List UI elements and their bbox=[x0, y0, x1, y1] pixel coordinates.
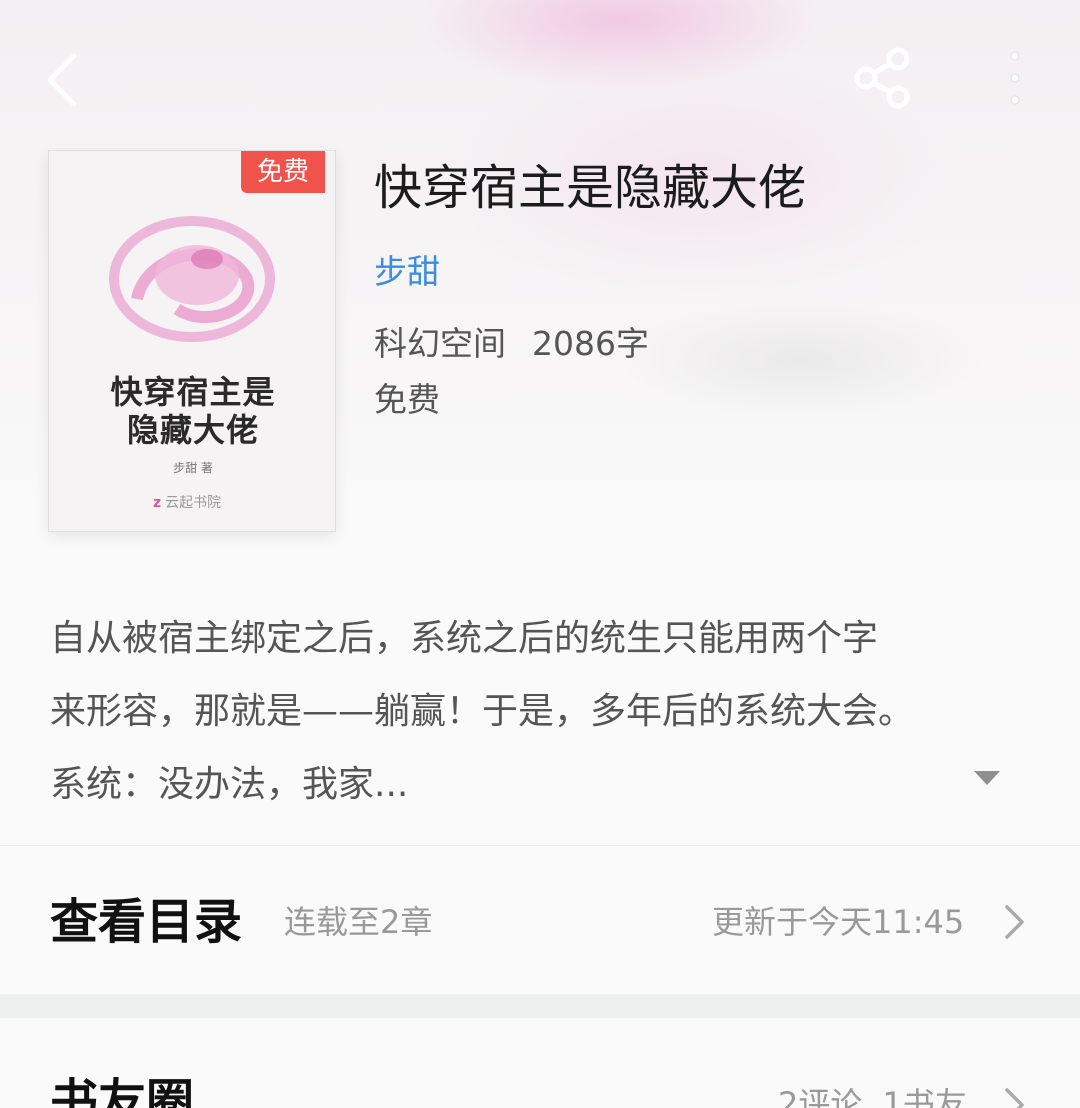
author-link[interactable]: 步甜 bbox=[374, 250, 440, 294]
cover-title: 快穿宿主是 隐藏大佬 bbox=[49, 373, 335, 449]
book-circle-row[interactable]: 书友圈 2评论 1书友 bbox=[0, 1018, 1080, 1108]
catalog-title: 查看目录 bbox=[50, 894, 243, 950]
book-circle-stats: 2评论 1书友 bbox=[778, 1082, 967, 1108]
cover-swirl-illustration bbox=[109, 216, 275, 342]
book-title: 快穿宿主是隐藏大佬 bbox=[374, 160, 807, 216]
book-synopsis[interactable]: 自从被宿主绑定之后，系统之后的统生只能用两个字 来形容，那就是——躺赢！于是，多… bbox=[50, 602, 1040, 821]
book-cover[interactable]: 快穿宿主是 隐藏大佬 步甜 著 z 云起书院 bbox=[48, 150, 336, 532]
more-vertical-icon[interactable] bbox=[1000, 48, 1030, 108]
book-category: 科幻空间 bbox=[374, 324, 506, 363]
top-nav-bar bbox=[0, 0, 1080, 140]
chevron-left-icon[interactable] bbox=[40, 50, 90, 110]
section-gap bbox=[0, 994, 1080, 1018]
publisher-logo-icon: z bbox=[153, 495, 162, 511]
expand-triangle-icon[interactable] bbox=[972, 768, 1002, 788]
friend-count: 1书友 bbox=[882, 1085, 967, 1108]
chevron-right-icon bbox=[1005, 1088, 1024, 1108]
comment-count: 2评论 bbox=[778, 1085, 863, 1108]
free-badge: 免费 bbox=[241, 151, 325, 193]
share-icon[interactable] bbox=[850, 45, 916, 111]
publisher-name: 云起书院 bbox=[165, 495, 222, 511]
word-count: 2086字 bbox=[532, 324, 649, 363]
cover-title-line2: 隐藏大佬 bbox=[126, 411, 259, 449]
book-circle-title: 书友圈 bbox=[50, 1074, 195, 1108]
catalog-row[interactable]: 查看目录 连载至2章 更新于今天11:45 bbox=[0, 846, 1080, 994]
synopsis-line: 系统：没办法，我家... bbox=[50, 764, 409, 805]
book-price: 免费 bbox=[374, 380, 440, 419]
cover-author: 步甜 著 bbox=[173, 461, 213, 475]
cover-title-line1: 快穿宿主是 bbox=[110, 373, 276, 411]
update-time: 更新于今天11:45 bbox=[712, 903, 965, 941]
serial-progress: 连载至2章 bbox=[284, 903, 433, 941]
book-meta: 科幻空间 2086字 bbox=[374, 322, 649, 366]
cover-publisher: z 云起书院 bbox=[153, 491, 253, 515]
synopsis-line: 来形容，那就是——躺赢！于是，多年后的系统大会。 bbox=[50, 691, 915, 732]
synopsis-line: 自从被宿主绑定之后，系统之后的统生只能用两个字 bbox=[50, 618, 879, 659]
chevron-right-icon bbox=[1005, 905, 1024, 939]
